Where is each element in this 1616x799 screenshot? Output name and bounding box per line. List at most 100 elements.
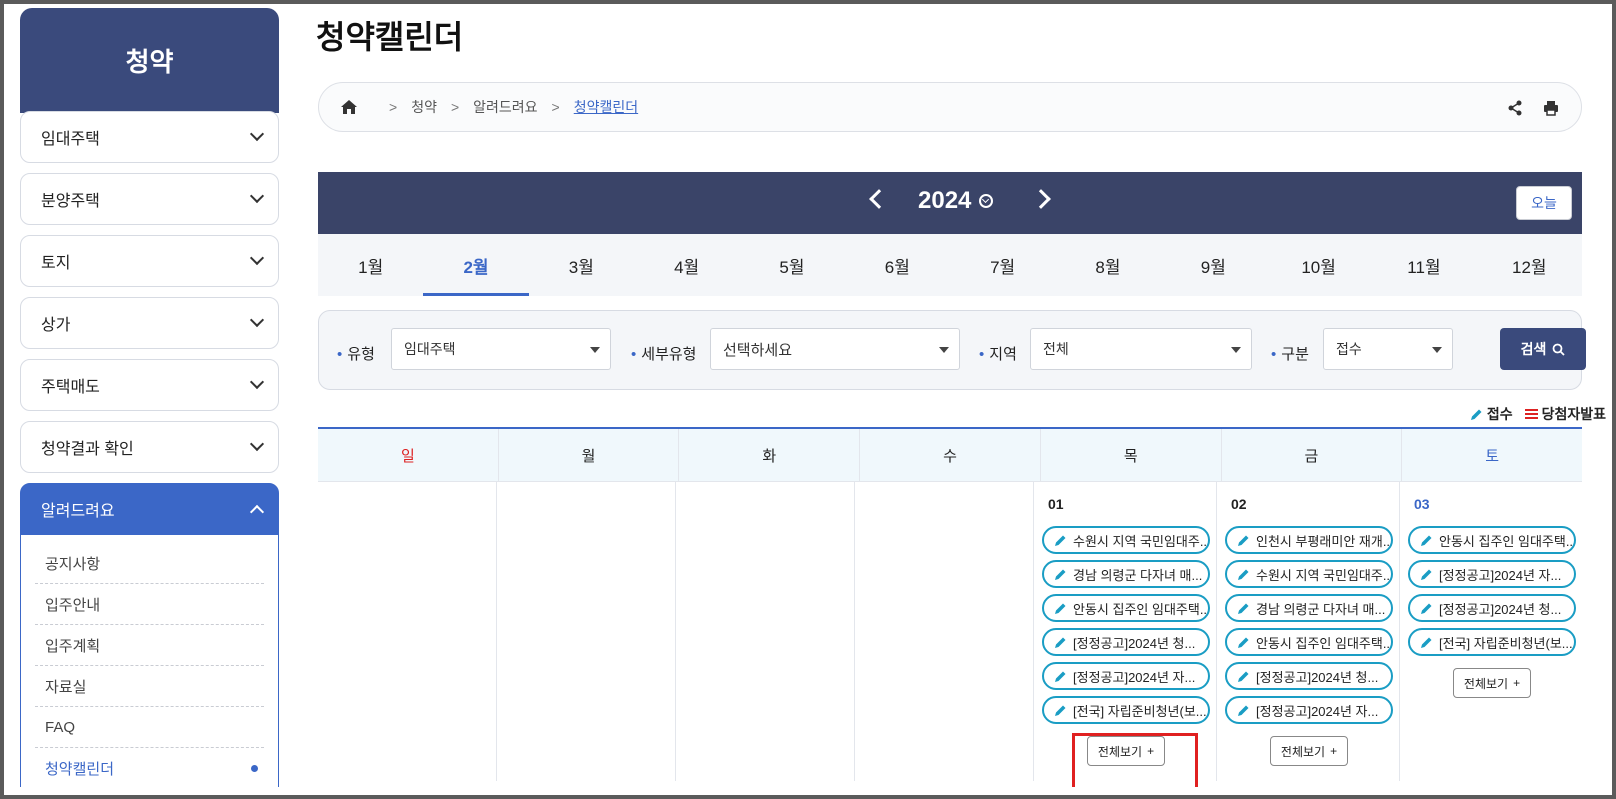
type-select[interactable]: 임대주택 [391, 328, 611, 370]
tab-month-10[interactable]: 10월 [1266, 234, 1371, 296]
tab-month-12[interactable]: 12월 [1477, 234, 1582, 296]
event-item[interactable]: 수원시 지역 국민임대주... [1042, 526, 1210, 554]
sidebar-title: 청약 [20, 8, 279, 113]
sidebar-item-land[interactable]: 토지 [20, 235, 279, 287]
tab-month-6[interactable]: 6월 [845, 234, 950, 296]
tab-month-11[interactable]: 11월 [1371, 234, 1476, 296]
tab-month-2[interactable]: 2월 [423, 234, 529, 296]
breadcrumb-item[interactable]: 청약 [411, 97, 437, 117]
region-select[interactable]: 전체 [1030, 328, 1252, 370]
category-select[interactable]: 접수 [1323, 328, 1453, 370]
submenu-item-move-in-guide[interactable]: 입주안내 [35, 584, 264, 625]
dropdown-arrow-icon [590, 347, 600, 353]
prev-year-icon[interactable] [869, 189, 889, 209]
sidebar-item-store[interactable]: 상가 [20, 297, 279, 349]
tab-month-8[interactable]: 8월 [1055, 234, 1160, 296]
submenu-item-move-in-plan[interactable]: 입주계획 [35, 625, 264, 666]
sidebar-item-sale[interactable]: 분양주택 [20, 173, 279, 225]
pencil-icon [1055, 637, 1066, 648]
day-number: 02 [1231, 496, 1247, 512]
weekday-fri: 금 [1222, 429, 1403, 481]
sidebar-item-notices[interactable]: 알려드려요 [20, 483, 279, 535]
event-item[interactable]: [정정공고]2024년 청... [1042, 628, 1210, 656]
weekday-thu: 목 [1041, 429, 1222, 481]
view-all-button[interactable]: 전체보기 + [1453, 668, 1531, 698]
day-cell-empty [855, 482, 1034, 781]
event-item[interactable]: [전국] 자립준비청년(보... [1042, 696, 1210, 724]
event-item[interactable]: 안동시 집주인 임대주택... [1225, 628, 1393, 656]
search-button[interactable]: 검색 [1500, 328, 1586, 370]
today-button[interactable]: 오늘 [1516, 186, 1572, 220]
legend-winner: 당첨자발표 [1524, 404, 1606, 424]
submenu-item-calendar[interactable]: 청약캘린더 [35, 748, 264, 789]
event-item[interactable]: 수원시 지역 국민임대주... [1225, 560, 1393, 588]
weekday-tue: 화 [679, 429, 861, 481]
current-dot-icon [251, 764, 258, 772]
next-year-icon[interactable] [1031, 189, 1051, 209]
year-selector[interactable]: 2024 [918, 187, 994, 215]
sidebar-item-label: 토지 [41, 255, 71, 272]
event-item[interactable]: [전국] 자립준비청년(보... [1408, 628, 1576, 656]
submenu-item-notice[interactable]: 공지사항 [35, 543, 264, 584]
event-item[interactable]: 안동시 집주인 임대주택... [1408, 526, 1576, 554]
home-icon[interactable] [341, 100, 357, 114]
share-icon[interactable] [1505, 99, 1525, 117]
event-item[interactable]: [정정공고]2024년 자... [1225, 696, 1393, 724]
submenu-item-archive[interactable]: 자료실 [35, 666, 264, 707]
chevron-down-icon [249, 126, 265, 142]
legend-apply: 접수 [1470, 404, 1513, 424]
pencil-icon [1238, 603, 1249, 614]
chevron-down-icon [249, 374, 265, 390]
print-icon[interactable] [1541, 99, 1561, 117]
pencil-icon [1055, 671, 1066, 682]
event-item[interactable]: 인천시 부평래미안 재개... [1225, 526, 1393, 554]
tab-month-4[interactable]: 4월 [634, 234, 739, 296]
tab-month-9[interactable]: 9월 [1161, 234, 1266, 296]
pencil-icon [1238, 569, 1249, 580]
tab-month-5[interactable]: 5월 [739, 234, 844, 296]
event-item[interactable]: 안동시 집주인 임대주택... [1042, 594, 1210, 622]
pencil-icon [1470, 409, 1482, 420]
event-item[interactable]: 경남 의령군 다자녀 매... [1225, 594, 1393, 622]
year-navigation: 2024 오늘 [318, 172, 1582, 234]
breadcrumb-current[interactable]: 청약캘린더 [574, 97, 638, 117]
subtype-select[interactable]: 선택하세요 [710, 328, 960, 370]
sidebar-item-label: 임대주택 [41, 131, 100, 148]
tab-month-1[interactable]: 1월 [318, 234, 423, 296]
tab-month-3[interactable]: 3월 [529, 234, 634, 296]
day-cell-empty [497, 482, 676, 781]
event-item[interactable]: [정정공고]2024년 청... [1225, 662, 1393, 690]
breadcrumb-separator-icon: > [450, 99, 460, 115]
submenu-item-faq[interactable]: FAQ [35, 707, 264, 748]
event-item[interactable]: 경남 의령군 다자녀 매... [1042, 560, 1210, 588]
event-item[interactable]: [정정공고]2024년 자... [1408, 560, 1576, 588]
pencil-icon [1238, 637, 1249, 648]
sidebar-item-house-sale[interactable]: 주택매도 [20, 359, 279, 411]
calendar-legend: 접수 당첨자발표 [1470, 404, 1606, 424]
submenu-item-label: 공지사항 [45, 555, 101, 573]
chevron-down-icon [249, 250, 265, 266]
breadcrumb-item[interactable]: 알려드려요 [473, 97, 537, 117]
day-cell-empty [318, 482, 497, 781]
calendar-week: 01 수원시 지역 국민임대주... 경남 의령군 다자녀 매... 안동시 집… [318, 481, 1582, 781]
submenu-item-label: 입주계획 [45, 637, 101, 655]
sidebar-item-results[interactable]: 청약결과 확인 [20, 421, 279, 473]
pencil-icon [1055, 535, 1066, 546]
event-item[interactable]: [정정공고]2024년 청... [1408, 594, 1576, 622]
event-item[interactable]: [정정공고]2024년 자... [1042, 662, 1210, 690]
breadcrumb-separator-icon: > [551, 99, 560, 115]
sidebar-item-label: 청약결과 확인 [41, 441, 134, 458]
pencil-icon [1421, 637, 1432, 648]
sidebar-item-rental[interactable]: 임대주택 [20, 111, 279, 163]
page-tools [1505, 99, 1561, 117]
chevron-up-icon [249, 504, 265, 520]
breadcrumb: > 청약 > 알려드려요 > 청약캘린더 [318, 82, 1582, 132]
pencil-icon [1421, 603, 1432, 614]
day-number: 01 [1048, 496, 1064, 512]
view-all-button[interactable]: 전체보기 + [1270, 736, 1348, 766]
pencil-icon [1238, 535, 1249, 546]
tab-month-7[interactable]: 7월 [950, 234, 1055, 296]
pencil-icon [1238, 705, 1249, 716]
type-filter-label: • 유형 [337, 346, 375, 363]
chevron-down-icon [249, 436, 265, 452]
